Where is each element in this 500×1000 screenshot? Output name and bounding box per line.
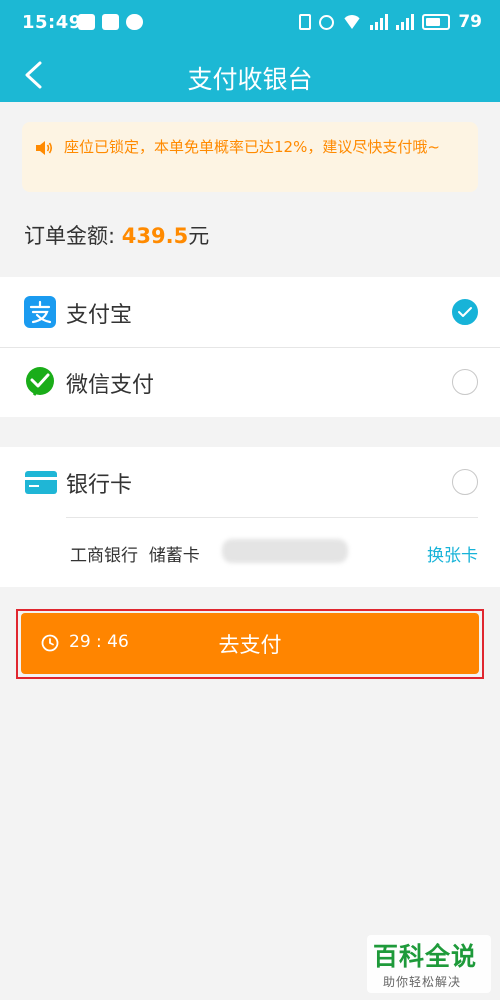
check-icon — [458, 307, 472, 317]
message-icon — [102, 14, 119, 30]
bank-card-info: 工商银行 储蓄卡 — [70, 541, 200, 566]
nav-bar: 支付收银台 — [0, 48, 500, 102]
speaker-icon — [36, 141, 53, 155]
watermark-title: 百科全说 — [373, 942, 478, 971]
status-time: 15:49 — [22, 12, 82, 33]
bank-card-icon — [25, 471, 57, 494]
radio-bank-card[interactable] — [452, 469, 478, 495]
pay-button[interactable]: 29 : 46 去支付 — [21, 613, 479, 674]
battery-icon — [422, 14, 451, 30]
payment-methods-group: 支付宝 微信支付 — [0, 277, 500, 417]
pay-button-label: 去支付 — [218, 633, 282, 657]
notification-icons — [78, 14, 143, 30]
payment-label-wechat: 微信支付 — [66, 373, 155, 398]
alarm-icon — [319, 14, 335, 30]
radio-wechat[interactable] — [452, 369, 478, 395]
vibrate-icon — [299, 14, 312, 30]
order-amount-value: 439.5 — [121, 224, 189, 248]
page-title: 支付收银台 — [187, 65, 313, 94]
change-card-link[interactable]: 换张卡 — [427, 541, 478, 566]
bank-card-detail: 工商银行 储蓄卡 换张卡 — [0, 517, 500, 587]
signal-4g-icon — [370, 14, 389, 30]
battery-level: 79 — [458, 12, 482, 32]
sim-card-icon — [78, 14, 95, 30]
order-amount-unit: 元 — [188, 224, 210, 248]
status-right: 79 — [299, 12, 482, 32]
order-amount-label: 订单金额: — [24, 224, 122, 248]
alipay-icon — [24, 296, 56, 328]
status-bar: 15:49 79 — [0, 0, 500, 48]
payment-option-alipay[interactable]: 支付宝 — [0, 277, 500, 347]
payment-label-bank-card: 银行卡 — [66, 473, 133, 498]
notice-banner: 座位已锁定，本单免单概率已达12%，建议尽快支付哦~ — [22, 122, 478, 192]
watermark-logo: 百科全说 助你轻松解决 — [367, 935, 491, 993]
bank-card-group: 银行卡 工商银行 储蓄卡 换张卡 — [0, 447, 500, 587]
payment-label-alipay: 支付宝 — [66, 303, 133, 328]
order-amount: 订单金额: 439.5元 — [24, 220, 209, 250]
payment-option-bank-card[interactable]: 银行卡 — [0, 447, 500, 517]
wechat-pay-icon — [26, 367, 54, 396]
radio-alipay[interactable] — [452, 299, 478, 325]
card-type: 储蓄卡 — [148, 546, 200, 566]
watermark-subtitle: 助你轻松解决 — [383, 975, 462, 989]
card-number-blurred — [222, 539, 348, 563]
payment-option-wechat[interactable]: 微信支付 — [0, 347, 500, 417]
chat-icon — [126, 14, 143, 30]
signal-3g-icon — [396, 14, 415, 30]
notice-text: 座位已锁定，本单免单概率已达12%，建议尽快支付哦~ — [64, 138, 440, 156]
wifi-icon — [342, 15, 363, 29]
bank-name: 工商银行 — [70, 546, 138, 566]
